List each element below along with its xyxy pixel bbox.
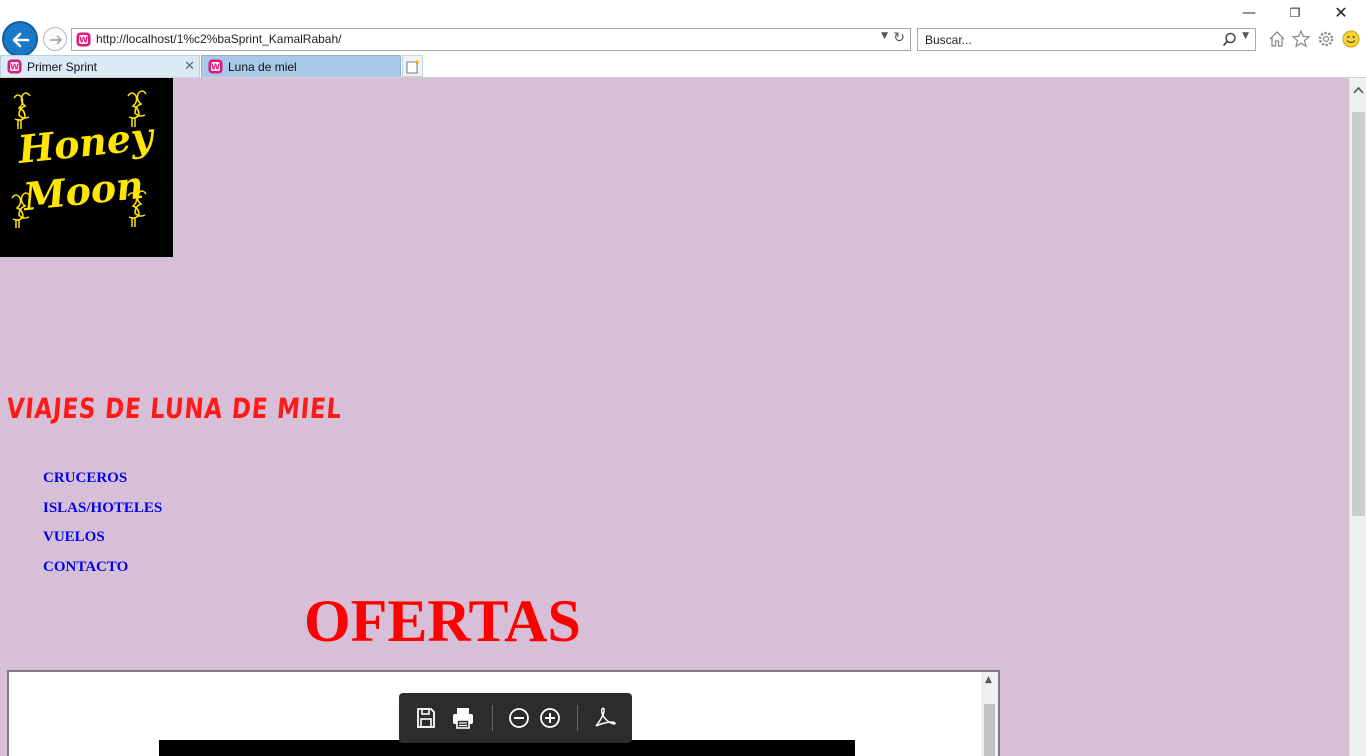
page-scrollbar[interactable] xyxy=(1349,78,1366,756)
wampserver-icon: W xyxy=(7,59,22,74)
back-button[interactable] xyxy=(2,21,38,57)
page-viewport: Honey Moon VIAJES DE LUNA DE MIEL CRUCER… xyxy=(0,78,1349,756)
tab-luna-de-miel[interactable]: W Luna de miel xyxy=(201,55,401,77)
site-title: VIAJES DE LUNA DE MIEL xyxy=(5,392,344,425)
nav-link-islas-hoteles[interactable]: ISLAS/HOTELES xyxy=(43,499,162,529)
logo-text-line2: Moon xyxy=(19,162,145,220)
minimize-button[interactable]: — xyxy=(1226,2,1272,24)
svg-text:W: W xyxy=(211,63,220,72)
wampserver-icon: W xyxy=(208,59,223,74)
page-scrollbar-thumb[interactable] xyxy=(1352,112,1365,516)
pdf-toolbar xyxy=(399,693,632,743)
tab-primer-sprint[interactable]: W Primer Sprint ✕ xyxy=(0,55,200,77)
tab-label: Primer Sprint xyxy=(27,60,98,74)
zoom-out-icon[interactable] xyxy=(507,706,531,730)
wampserver-icon: W xyxy=(76,32,91,47)
scroll-up-icon[interactable] xyxy=(1353,86,1364,94)
arrow-left-icon xyxy=(12,32,30,48)
search-bar[interactable]: ▼ xyxy=(917,28,1256,51)
scroll-up-icon[interactable]: ▲ xyxy=(985,675,992,685)
save-icon[interactable] xyxy=(414,706,438,730)
tab-label: Luna de miel xyxy=(228,60,297,74)
new-tab-icon xyxy=(406,59,420,74)
star-icon[interactable] xyxy=(1291,29,1311,49)
refresh-icon[interactable]: ↻ xyxy=(893,30,905,46)
close-window-button[interactable]: ✕ xyxy=(1318,2,1364,24)
search-icon[interactable] xyxy=(1222,32,1237,47)
chevron-down-icon[interactable]: ▼ xyxy=(1242,31,1249,41)
forward-button[interactable] xyxy=(43,27,67,51)
arrow-right-icon xyxy=(50,35,62,45)
close-tab-icon[interactable]: ✕ xyxy=(184,58,195,74)
acrobat-icon[interactable] xyxy=(593,706,617,730)
toolbar-divider xyxy=(492,705,493,731)
svg-text:W: W xyxy=(79,36,88,45)
offers-heading: OFERTAS xyxy=(304,588,581,654)
new-tab-button[interactable] xyxy=(402,55,423,77)
print-icon[interactable] xyxy=(451,706,475,730)
address-url[interactable]: http://localhost/1%c2%baSprint_KamalRaba… xyxy=(96,32,341,46)
toolbar-divider xyxy=(577,705,578,731)
browser-chrome: — ❐ ✕ W http://localhost/1%c2%baSprint_K… xyxy=(0,0,1366,78)
search-input[interactable] xyxy=(919,30,1209,49)
gear-icon[interactable] xyxy=(1316,29,1336,49)
address-bar[interactable]: W http://localhost/1%c2%baSprint_KamalRa… xyxy=(71,28,911,51)
chevron-down-icon[interactable]: ▼ xyxy=(881,31,888,41)
nav-link-vuelos[interactable]: VUELOS xyxy=(43,528,162,558)
home-icon[interactable] xyxy=(1267,29,1287,49)
honeymoon-logo: Honey Moon xyxy=(0,78,173,257)
pdf-scrollbar[interactable]: ▲ xyxy=(981,672,998,756)
restore-button[interactable]: ❐ xyxy=(1272,2,1318,24)
nav-link-cruceros[interactable]: CRUCEROS xyxy=(43,469,162,499)
pdf-viewer[interactable]: ▲ xyxy=(7,670,1000,756)
main-nav: CRUCEROS ISLAS/HOTELES VUELOS CONTACTO xyxy=(43,469,162,588)
zoom-in-icon[interactable] xyxy=(538,706,562,730)
pdf-scrollbar-thumb[interactable] xyxy=(984,704,995,756)
smiley-icon[interactable] xyxy=(1341,29,1361,49)
svg-text:W: W xyxy=(10,63,19,72)
nav-link-contacto[interactable]: CONTACTO xyxy=(43,558,162,588)
